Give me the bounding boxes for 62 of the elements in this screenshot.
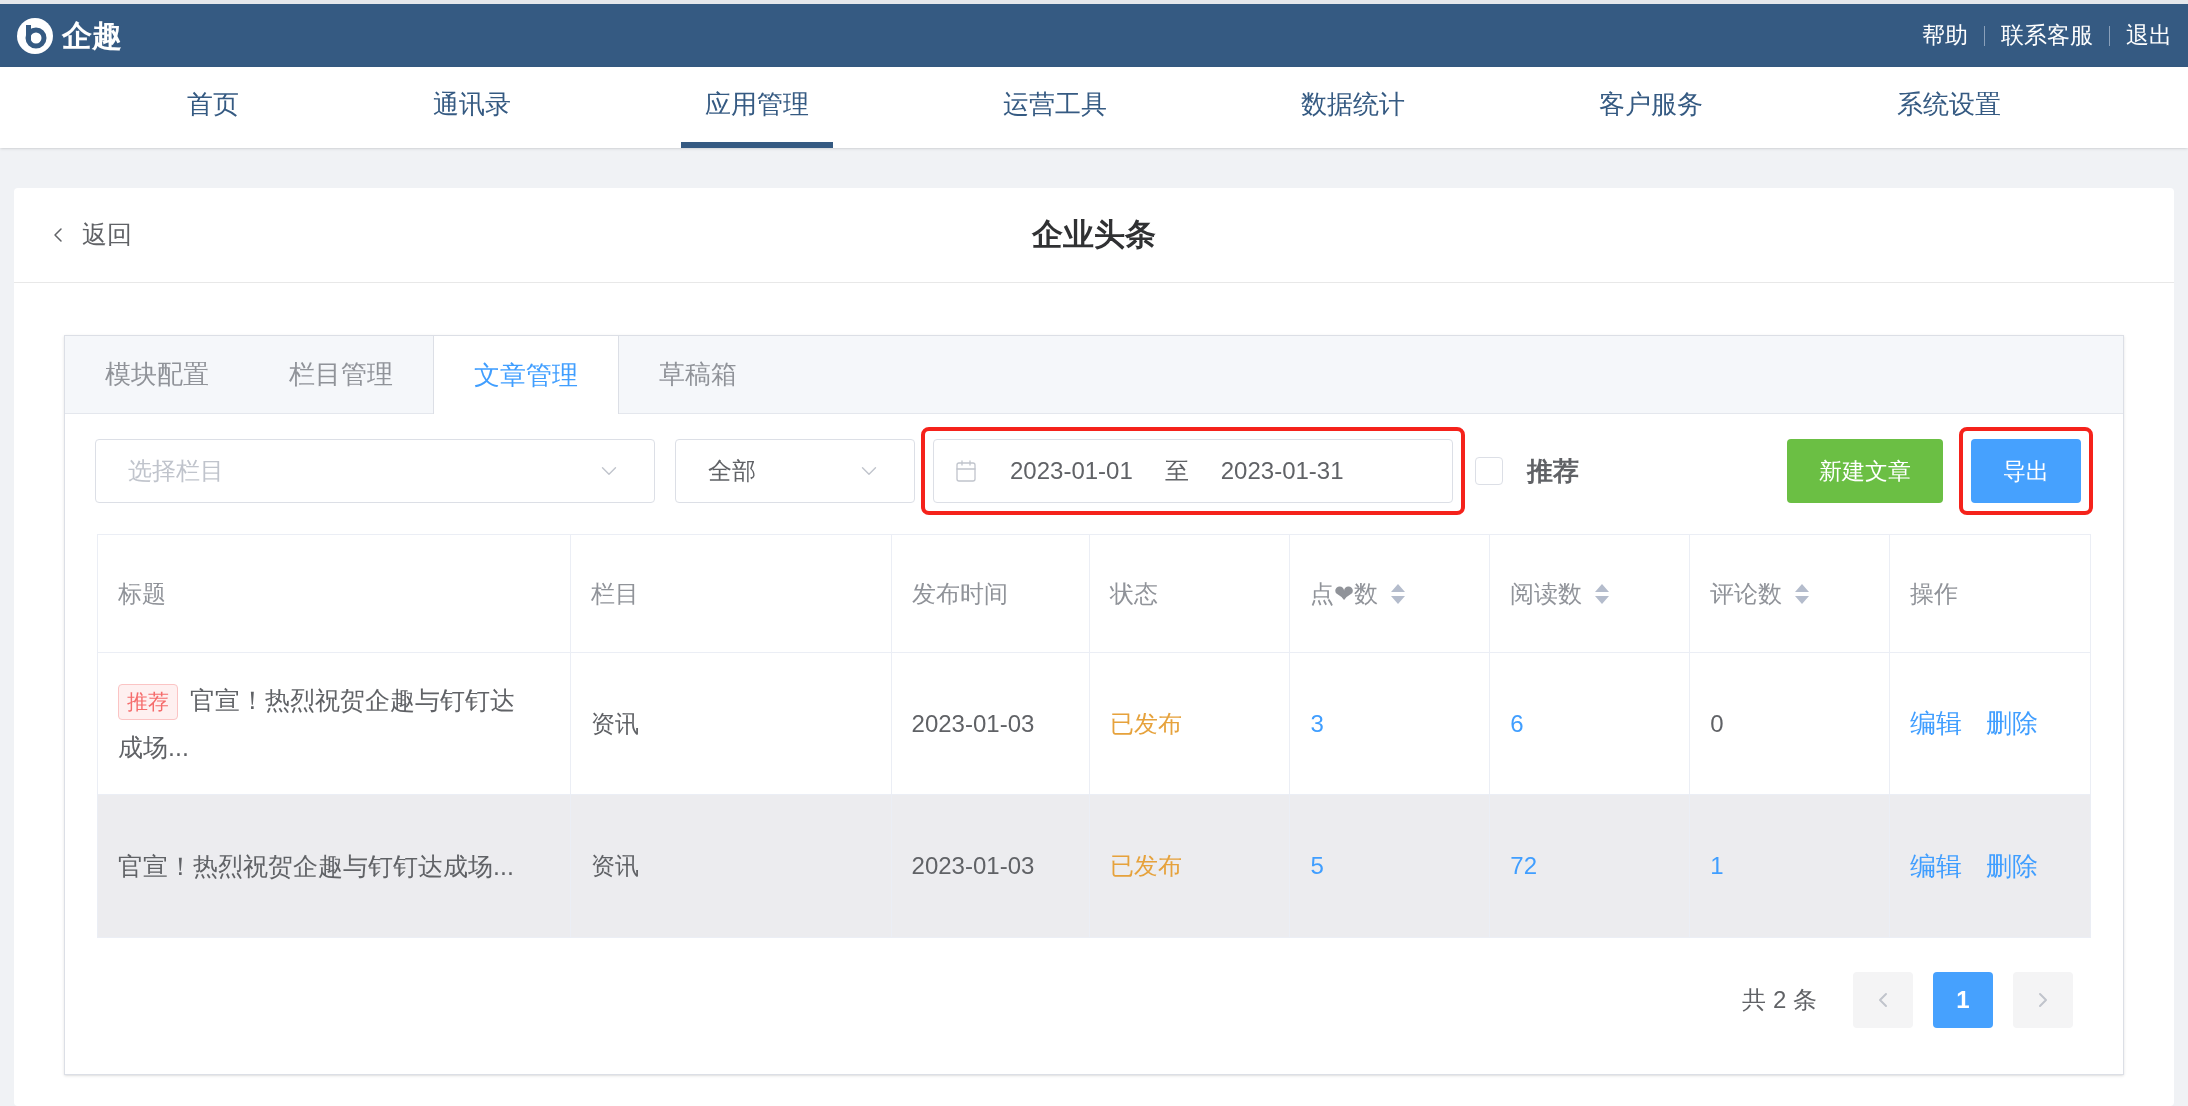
column-header-text: 评论数	[1710, 578, 1783, 609]
table-row[interactable]: 官宣！热烈祝贺企趣与钉钉达成场... 资讯 2023-01-03 已发布 5 72 1 编辑 删除	[98, 795, 2090, 937]
action-link[interactable]: 编辑	[1910, 846, 1963, 886]
nav-tab[interactable]: 数据统计	[1277, 67, 1429, 148]
count-text[interactable]: 6	[1510, 705, 1524, 742]
table-cell-text: 2023-01-03	[911, 708, 1035, 739]
nav-tab[interactable]: 系统设置	[1873, 67, 2025, 148]
tab[interactable]: 文章管理	[433, 336, 619, 414]
nav-tab[interactable]: 通讯录	[409, 67, 535, 148]
back-link[interactable]: 返回	[46, 216, 132, 254]
action-link[interactable]: 编辑	[1910, 704, 1963, 743]
header-link[interactable]: 帮助	[1922, 18, 1968, 53]
recommend-tag: 推荐	[118, 683, 178, 720]
total-count: 共 2 条	[1742, 985, 1817, 1015]
status-text: 已发布	[1110, 851, 1183, 881]
column-header-text: 发布时间	[911, 578, 1008, 609]
table-cell-text: 2023-01-03	[911, 851, 1035, 881]
header-link[interactable]: 退出	[2126, 18, 2172, 53]
nav-tab[interactable]: 首页	[163, 67, 263, 148]
column-select[interactable]: 选择栏目	[95, 439, 655, 503]
count-text[interactable]: 72	[1510, 848, 1537, 884]
column-header-text: 点❤数	[1310, 578, 1379, 609]
count-text[interactable]: 1	[1710, 848, 1724, 884]
nav-tab[interactable]: 应用管理	[681, 67, 833, 148]
status-select[interactable]: 全部	[675, 439, 915, 503]
logo-icon	[16, 16, 54, 55]
page-title: 企业头条	[1032, 215, 1156, 254]
tab[interactable]: 草稿箱	[619, 336, 777, 413]
sort-icon[interactable]	[1390, 582, 1407, 605]
calendar-icon	[954, 459, 978, 483]
action-link[interactable]: 删除	[1986, 846, 2039, 886]
sort-icon[interactable]	[1594, 582, 1611, 605]
date-range-field[interactable]: 2023-01-01 至 2023-01-31	[933, 439, 1453, 503]
count-text[interactable]: 5	[1310, 848, 1324, 884]
column-header-text: 阅读数	[1510, 578, 1583, 609]
title-text: 官宣！热烈祝贺企趣与钉钉达成场...	[118, 850, 514, 882]
tab[interactable]: 栏目管理	[249, 336, 433, 413]
table-cell-text: 资讯	[590, 708, 639, 739]
column-header-text: 状态	[1110, 578, 1159, 609]
next-page-button[interactable]	[2013, 972, 2073, 1028]
action-link[interactable]: 删除	[1986, 704, 2039, 743]
column-header-text: 标题	[118, 578, 166, 609]
page-button[interactable]: 1	[1933, 972, 1993, 1028]
new-article-button[interactable]: 新建文章	[1787, 439, 1943, 503]
checkbox[interactable]	[1475, 457, 1503, 485]
count-text: 0	[1710, 708, 1724, 739]
nav-tab[interactable]: 运营工具	[979, 67, 1131, 148]
table-cell-text: 资讯	[590, 851, 639, 881]
previous-page-button[interactable]	[1853, 972, 1913, 1028]
nav-tab[interactable]: 客户服务	[1575, 67, 1727, 148]
count-text[interactable]: 3	[1310, 705, 1324, 742]
checkbox-label: 推荐	[1527, 454, 1579, 488]
status-text: 已发布	[1110, 708, 1183, 739]
brand-name: 企趣	[62, 18, 122, 54]
tab[interactable]: 模块配置	[65, 336, 249, 413]
sort-icon[interactable]	[1794, 582, 1811, 605]
title-text: 推荐 官宣！热烈祝贺企趣与钉钉达成场...	[118, 682, 516, 763]
column-header-text: 栏目	[590, 578, 639, 609]
export-button[interactable]: 导出	[1971, 439, 2081, 503]
column-header-text: 操作	[1910, 578, 1959, 609]
table-row[interactable]: 推荐 官宣！热烈祝贺企趣与钉钉达成场... 资讯 2023-01-03 已发布 3 6 0 编辑 删除	[98, 653, 2090, 795]
header-link[interactable]: 联系客服	[2001, 18, 2093, 53]
